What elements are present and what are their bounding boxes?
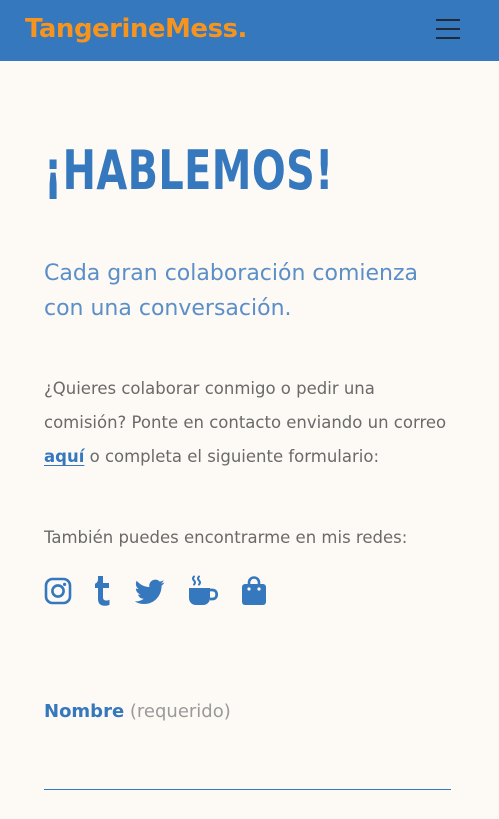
intro-text-before: ¿Quieres colaborar conmigo o pedir una c… [44, 379, 447, 432]
ko-fi-cup-icon[interactable] [188, 575, 218, 607]
email-link[interactable]: aquí [44, 447, 84, 466]
hamburger-menu-icon [436, 19, 460, 21]
instagram-icon[interactable] [44, 575, 74, 607]
tumblr-icon[interactable] [92, 575, 122, 607]
social-intro-text: También puedes encontrarme en mis redes: [44, 528, 408, 547]
menu-button[interactable] [432, 15, 464, 43]
hamburger-menu-icon-bar [436, 28, 460, 30]
hamburger-menu-icon-bar [436, 37, 460, 39]
shopping-bag-icon[interactable] [241, 575, 271, 607]
top-bar: TangerineMess. [0, 0, 499, 61]
lead-text: Cada gran colaboración comienza con una … [44, 261, 419, 321]
name-field-label: Nombre (requerido) [44, 699, 231, 725]
twitter-icon[interactable] [135, 575, 165, 607]
intro-text-after: o completa el siguiente formulario: [84, 447, 380, 466]
name-label: Nombre [44, 701, 125, 722]
required-hint: (requerido) [129, 701, 231, 722]
intro-paragraph: ¿Quieres colaborar conmigo o pedir una c… [44, 372, 454, 474]
brand-logo[interactable]: TangerineMess. [25, 13, 247, 45]
name-field[interactable] [44, 743, 451, 790]
page-title: ¡HABLEMOS! [44, 139, 334, 202]
